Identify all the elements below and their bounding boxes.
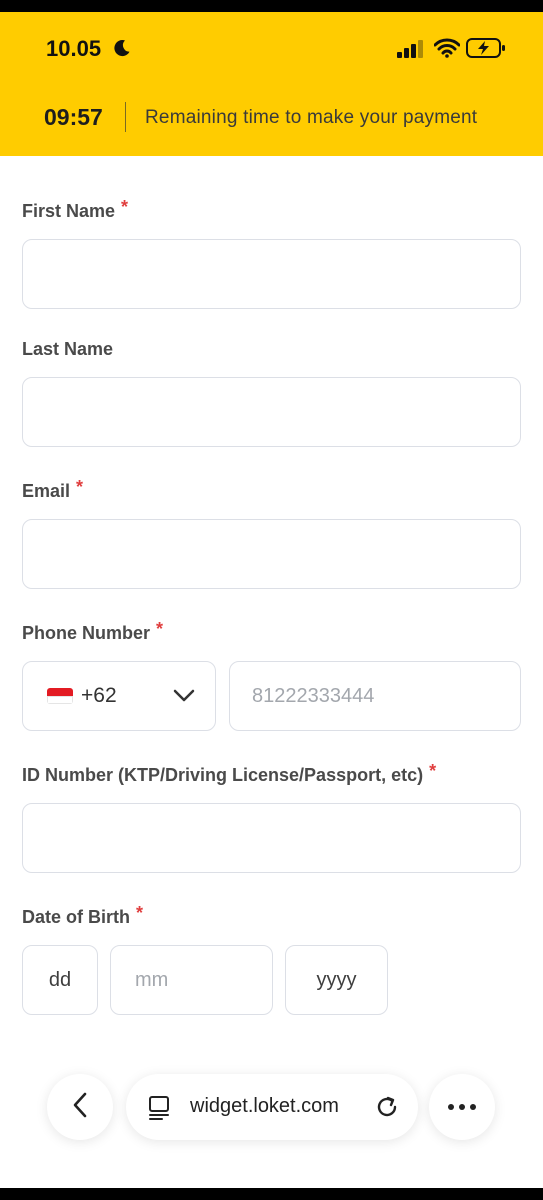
more-button[interactable] xyxy=(429,1074,495,1140)
phone-input[interactable] xyxy=(230,662,520,730)
required-mark: * xyxy=(121,197,129,217)
phone-label: Phone Number * xyxy=(22,619,164,643)
required-mark: * xyxy=(156,619,164,639)
first-name-label: First Name * xyxy=(22,197,129,221)
required-mark: * xyxy=(429,761,437,781)
last-name-field[interactable] xyxy=(22,377,521,447)
bottom-edge xyxy=(0,1188,543,1200)
dob-year-input[interactable] xyxy=(286,946,387,1014)
top-edge xyxy=(0,0,543,12)
status-time: 10.05 xyxy=(46,36,102,61)
id-number-input[interactable] xyxy=(23,804,520,872)
page-icon[interactable] xyxy=(148,1095,170,1126)
dob-label: Date of Birth * xyxy=(22,903,144,927)
dob-month-field[interactable] xyxy=(110,945,273,1015)
back-icon xyxy=(70,1091,90,1124)
signal-icon xyxy=(397,40,425,63)
phone-field[interactable] xyxy=(229,661,521,731)
url-text: widget.loket.com xyxy=(190,1095,339,1117)
dob-year-field[interactable] xyxy=(285,945,388,1015)
flag-indonesia-icon xyxy=(47,688,73,704)
email-label: Email * xyxy=(22,477,84,501)
first-name-input[interactable] xyxy=(23,240,520,308)
chevron-down-icon[interactable] xyxy=(173,688,195,709)
dob-month-input[interactable] xyxy=(111,946,272,1014)
last-name-input[interactable] xyxy=(23,378,520,446)
moon-icon xyxy=(112,38,132,63)
first-name-field[interactable] xyxy=(22,239,521,309)
last-name-label: Last Name xyxy=(22,339,114,359)
email-input[interactable] xyxy=(23,520,520,588)
country-code: +62 xyxy=(81,684,117,707)
battery-charging-icon xyxy=(466,37,506,64)
countdown-caption: Remaining time to make your payment xyxy=(145,107,478,128)
dob-day-input[interactable] xyxy=(23,946,97,1014)
id-number-label: ID Number (KTP/Driving License/Passport,… xyxy=(22,761,437,785)
countdown-timer: 09:57 xyxy=(44,104,103,130)
more-icon xyxy=(447,1098,477,1116)
required-mark: * xyxy=(136,903,144,923)
country-code-select[interactable]: +62 xyxy=(22,661,216,731)
email-field[interactable] xyxy=(22,519,521,589)
id-number-field[interactable] xyxy=(22,803,521,873)
payment-header: 10.05 09:57 Remaining time to make your … xyxy=(0,12,543,156)
back-button[interactable] xyxy=(47,1074,113,1140)
reload-icon[interactable] xyxy=(374,1094,400,1125)
divider xyxy=(125,102,126,132)
required-mark: * xyxy=(76,477,84,497)
address-bar[interactable]: widget.loket.com xyxy=(126,1074,418,1140)
dob-day-field[interactable] xyxy=(22,945,98,1015)
wifi-icon xyxy=(433,38,461,63)
